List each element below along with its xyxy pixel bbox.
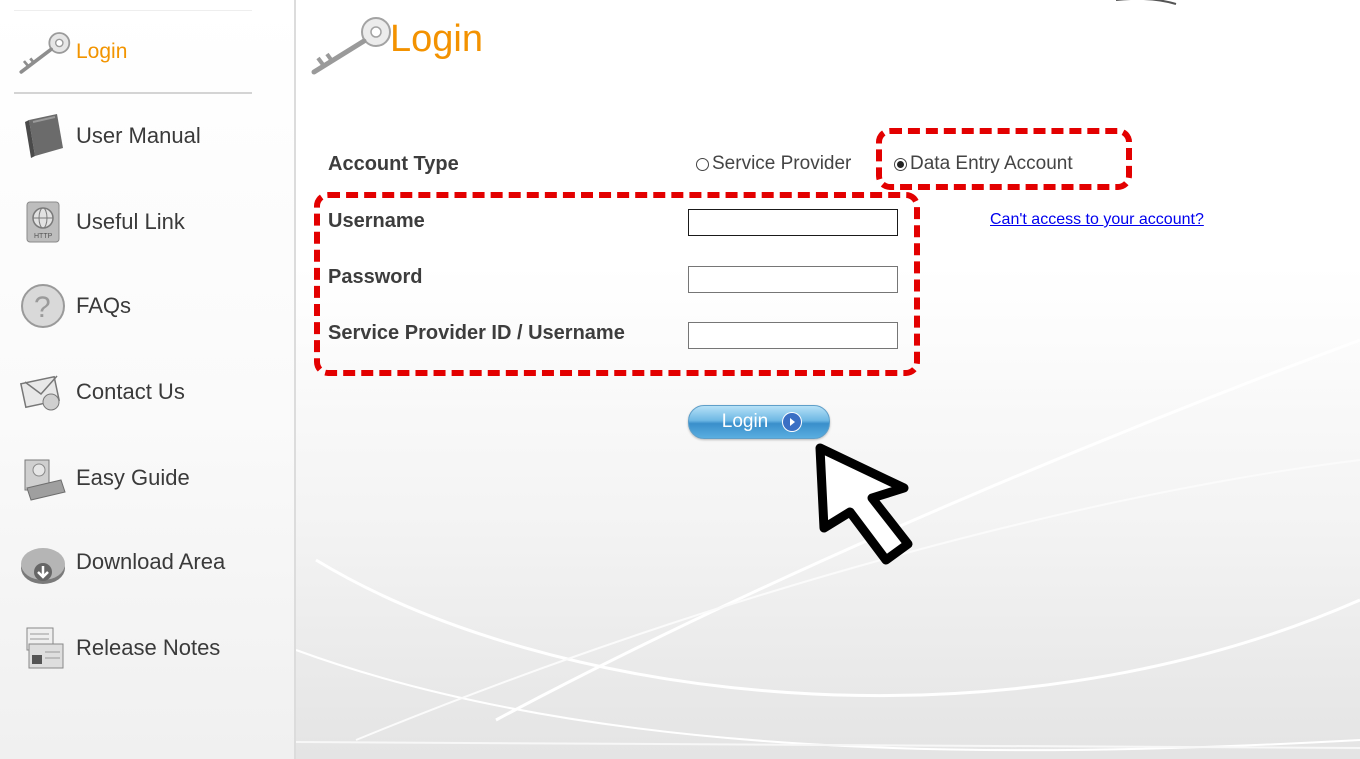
globe-icon: HTTP bbox=[14, 193, 72, 251]
username-input[interactable] bbox=[688, 209, 898, 236]
radio-button[interactable] bbox=[696, 157, 709, 171]
sidebar-item-user-manual[interactable]: User Manual bbox=[14, 106, 274, 166]
sidebar-item-contact-us[interactable]: Contact Us bbox=[14, 362, 274, 422]
svg-text:HTTP: HTTP bbox=[34, 233, 53, 240]
sidebar-top-divider bbox=[14, 10, 252, 11]
sidebar: Login User Manual HTTP Useful Link ? FAQ… bbox=[0, 0, 296, 759]
sidebar-item-download-area[interactable]: Download Area bbox=[14, 532, 274, 592]
main-content: Login Account Type Service Provider Data… bbox=[296, 0, 1360, 759]
background-swoosh bbox=[296, 0, 1360, 752]
sidebar-item-release-notes[interactable]: Release Notes bbox=[14, 618, 274, 678]
question-icon: ? bbox=[14, 277, 72, 335]
service-provider-id-input[interactable] bbox=[688, 322, 898, 349]
mail-icon bbox=[14, 363, 72, 421]
service-provider-id-label: Service Provider ID / Username bbox=[328, 322, 625, 344]
guide-icon bbox=[14, 449, 72, 507]
sidebar-item-label: User Manual bbox=[76, 123, 201, 148]
sidebar-item-label: Login bbox=[76, 40, 128, 63]
sidebar-item-label: Release Notes bbox=[76, 635, 221, 660]
sidebar-item-useful-link[interactable]: HTTP Useful Link bbox=[14, 192, 274, 252]
sidebar-item-faqs[interactable]: ? FAQs bbox=[14, 276, 274, 336]
sidebar-item-label: Contact Us bbox=[76, 379, 185, 404]
sidebar-item-label: FAQs bbox=[76, 293, 132, 318]
login-button-label: Login bbox=[721, 411, 769, 432]
radio-button-checked[interactable] bbox=[894, 157, 907, 171]
password-input[interactable] bbox=[688, 266, 898, 293]
key-icon bbox=[14, 23, 72, 81]
cursor-arrow-icon bbox=[806, 440, 956, 580]
sidebar-divider bbox=[14, 92, 252, 94]
account-type-label: Account Type bbox=[328, 153, 459, 175]
page-title: Login bbox=[390, 18, 483, 60]
radio-service-provider[interactable]: Service Provider bbox=[696, 153, 851, 175]
password-label: Password bbox=[328, 266, 423, 288]
sidebar-item-label: Easy Guide bbox=[76, 465, 190, 490]
svg-text:?: ? bbox=[34, 291, 51, 324]
radio-data-entry-account[interactable]: Data Entry Account bbox=[894, 153, 1073, 175]
sidebar-item-login[interactable]: Login bbox=[14, 22, 274, 82]
sidebar-item-easy-guide[interactable]: Easy Guide bbox=[14, 448, 274, 508]
book-icon bbox=[14, 107, 72, 165]
sidebar-item-label: Useful Link bbox=[76, 209, 185, 234]
login-button[interactable]: Login bbox=[688, 405, 830, 439]
notes-icon bbox=[14, 619, 72, 677]
download-icon bbox=[14, 533, 72, 591]
sidebar-item-label: Download Area bbox=[76, 549, 226, 574]
radio-label: Service Provider bbox=[712, 153, 852, 174]
cant-access-account-link[interactable]: Can't access to your account? bbox=[990, 211, 1204, 229]
title-key-icon bbox=[302, 10, 398, 81]
username-label: Username bbox=[328, 210, 425, 232]
radio-label: Data Entry Account bbox=[910, 153, 1073, 174]
arrow-right-icon bbox=[782, 412, 803, 432]
